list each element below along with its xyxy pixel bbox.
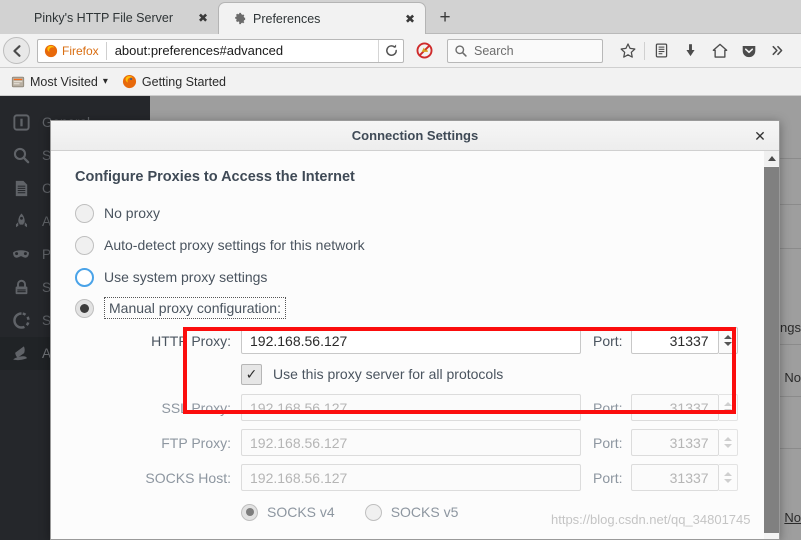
socks-host-label: SOCKS Host:	[145, 469, 231, 486]
tab-pinkys-http-file-server[interactable]: Pinky's HTTP File Server ✖	[0, 2, 218, 34]
radio-manual-proxy-configuration[interactable]: Manual proxy configuration:	[75, 293, 779, 323]
bookmark-most-visited[interactable]: Most Visited ▾	[4, 73, 115, 91]
radio-label: Manual proxy configuration:	[109, 300, 281, 316]
dialog-scrollbar[interactable]	[764, 151, 779, 539]
ssl-proxy-label: SSL Proxy:	[161, 399, 231, 416]
radio-indicator[interactable]	[75, 298, 94, 318]
downloads-icon[interactable]	[676, 37, 705, 65]
search-icon	[455, 44, 467, 57]
field-row-ftp-proxy: FTP Proxy: 192.168.56.127 Port: 31337	[75, 425, 779, 460]
ftp-proxy-input[interactable]: 192.168.56.127	[241, 429, 581, 456]
search-input-placeholder[interactable]: Search	[474, 44, 514, 58]
close-icon[interactable]: ✕	[751, 127, 769, 145]
socks-host-input[interactable]: 192.168.56.127	[241, 464, 581, 491]
url-text[interactable]: about:preferences#advanced	[107, 43, 378, 58]
url-bar[interactable]: Firefox about:preferences#advanced	[37, 38, 404, 63]
socks-version-group: SOCKS v4 SOCKS v5	[75, 495, 779, 529]
field-row-socks-host: SOCKS Host: 192.168.56.127 Port: 31337	[75, 460, 779, 495]
tab-close-icon[interactable]: ✖	[401, 10, 419, 28]
socks-port-stepper[interactable]	[718, 464, 738, 491]
search-bar[interactable]: Search	[447, 38, 603, 63]
toolbar-separator	[644, 41, 645, 60]
checkbox-label: Use this proxy server for all protocols	[273, 366, 504, 382]
radio-indicator[interactable]	[75, 267, 94, 287]
radio-use-system-proxy[interactable]: Use system proxy settings	[75, 261, 779, 293]
http-proxy-label: HTTP Proxy:	[151, 332, 231, 349]
gear-icon	[231, 11, 247, 27]
identity-box[interactable]: Firefox	[38, 41, 107, 60]
ftp-port-stepper[interactable]	[718, 429, 738, 456]
browser-window: Pinky's HTTP File Server ✖ Preferences ✖…	[0, 0, 801, 540]
behind-fragment: No	[784, 370, 801, 385]
no-proxy-for-label: No Proxy for:	[75, 529, 779, 539]
ssl-port-stepper[interactable]	[718, 394, 738, 421]
radio-auto-detect-proxy[interactable]: Auto-detect proxy settings for this netw…	[75, 229, 779, 261]
navigation-toolbar: Firefox about:preferences#advanced Searc…	[0, 34, 801, 68]
tab-strip: Pinky's HTTP File Server ✖ Preferences ✖…	[0, 0, 801, 34]
tab-favicon-blank	[12, 10, 28, 26]
socks-v4-label: SOCKS v4	[267, 504, 335, 520]
ftp-port-input[interactable]: 31337	[630, 429, 719, 456]
dialog-titlebar: Connection Settings ✕	[51, 121, 779, 151]
pocket-icon[interactable]	[734, 37, 763, 65]
most-visited-icon	[11, 76, 25, 87]
field-row-ssl-proxy: SSL Proxy: 192.168.56.127 Port: 31337	[75, 390, 779, 425]
firefox-icon	[44, 44, 58, 57]
bookmark-label: Most Visited	[30, 74, 98, 89]
home-icon[interactable]	[705, 37, 734, 65]
tab-title: Pinky's HTTP File Server	[34, 11, 173, 25]
identity-label: Firefox	[62, 43, 99, 58]
popup-blocked-icon[interactable]	[410, 37, 439, 65]
tab-title: Preferences	[253, 11, 321, 26]
ftp-proxy-label: FTP Proxy:	[161, 434, 231, 451]
radio-label: Auto-detect proxy settings for this netw…	[104, 237, 365, 253]
manual-proxy-focus-outline: Manual proxy configuration:	[104, 297, 286, 319]
dialog-body: Configure Proxies to Access the Internet…	[51, 151, 779, 539]
connection-settings-dialog: Connection Settings ✕ Configure Proxies …	[50, 120, 780, 540]
radio-indicator[interactable]	[75, 203, 94, 223]
bookmark-label: Getting Started	[141, 74, 226, 89]
overflow-chevrons-icon[interactable]	[763, 37, 792, 65]
tab-preferences[interactable]: Preferences ✖	[218, 2, 426, 34]
socks-port-input[interactable]: 31337	[630, 464, 719, 491]
behind-fragment: No	[784, 510, 801, 525]
chevron-down-icon: ▾	[102, 76, 108, 87]
behind-fragment: ngs	[780, 320, 801, 335]
http-port-input[interactable]: 31337	[630, 327, 719, 354]
radio-no-proxy[interactable]: No proxy	[75, 197, 779, 229]
scroll-up-arrow-icon[interactable]	[764, 151, 779, 166]
socks-port-label: Port:	[593, 469, 623, 486]
bookmarks-toolbar: Most Visited ▾ Getting Started	[0, 68, 801, 96]
new-tab-button[interactable]: +	[432, 6, 458, 30]
checkbox-use-proxy-for-all-protocols[interactable]: ✓ Use this proxy server for all protocol…	[75, 358, 779, 390]
tab-close-icon[interactable]: ✖	[194, 9, 212, 27]
radio-label: Use system proxy settings	[104, 269, 268, 285]
radio-label: No proxy	[104, 205, 161, 221]
http-proxy-input[interactable]: 192.168.56.127	[241, 327, 581, 354]
http-port-stepper[interactable]	[718, 327, 738, 354]
socks-v5-label: SOCKS v5	[390, 504, 459, 520]
scrollbar-thumb[interactable]	[764, 167, 779, 533]
ssl-port-label: Port:	[593, 399, 623, 416]
ftp-port-label: Port:	[593, 434, 623, 451]
reload-icon[interactable]	[378, 39, 403, 62]
radio-socks-v5[interactable]	[364, 503, 382, 521]
field-row-http-proxy: HTTP Proxy: 192.168.56.127 Port: 31337	[75, 323, 779, 358]
radio-indicator[interactable]	[75, 235, 94, 255]
bookmark-getting-started[interactable]: Getting Started	[115, 72, 233, 91]
bookmark-star-icon[interactable]	[613, 37, 642, 65]
radio-socks-v4[interactable]	[241, 503, 258, 521]
ssl-port-input[interactable]: 31337	[630, 394, 719, 421]
dialog-title: Connection Settings	[351, 128, 479, 143]
back-button[interactable]	[3, 37, 30, 64]
reader-list-icon[interactable]	[647, 37, 676, 65]
checkbox-indicator[interactable]: ✓	[241, 363, 262, 385]
firefox-icon	[122, 74, 136, 89]
dialog-heading: Configure Proxies to Access the Internet	[75, 169, 355, 185]
ssl-proxy-input[interactable]: 192.168.56.127	[241, 394, 581, 421]
http-port-label: Port:	[593, 332, 623, 349]
